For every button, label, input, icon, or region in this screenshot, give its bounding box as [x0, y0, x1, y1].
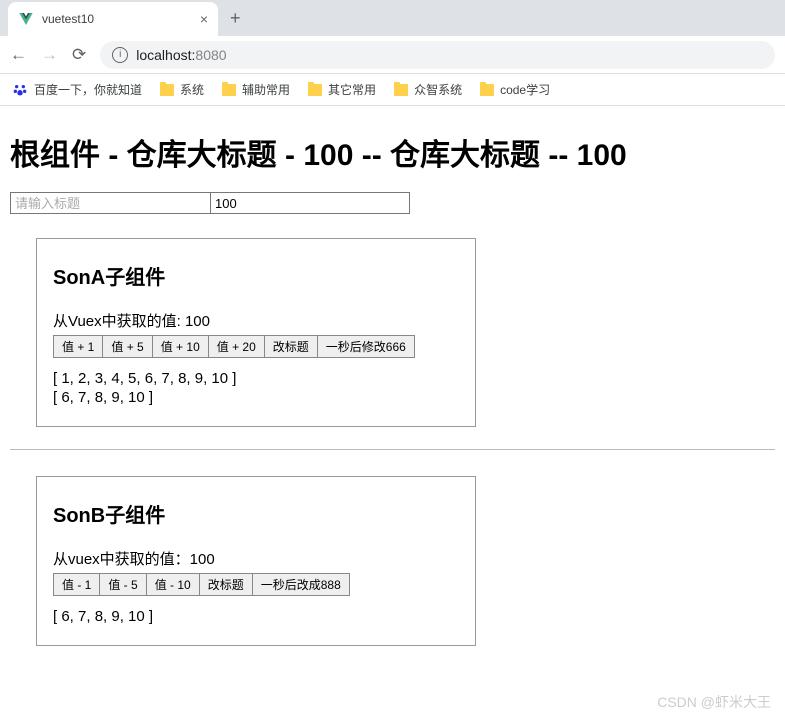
son-a-value-label: 从Vuex中获取的值: 100 [53, 310, 459, 331]
count-input[interactable] [210, 192, 410, 214]
tab-close-icon[interactable]: × [200, 11, 208, 27]
input-row [10, 192, 775, 214]
tab-bar: vuetest10 × + [0, 0, 785, 36]
reload-icon[interactable]: ⟳ [72, 45, 86, 65]
btn-plus-1[interactable]: 值 + 1 [53, 335, 103, 358]
son-a-buttons: 值 + 1 值 + 5 值 + 10 值 + 20 改标题 一秒后修改666 [53, 335, 459, 358]
son-b-buttons: 值 - 1 值 - 5 值 - 10 改标题 一秒后改成888 [53, 573, 459, 596]
btn-change-title-b[interactable]: 改标题 [199, 573, 253, 596]
btn-plus-10[interactable]: 值 + 10 [152, 335, 209, 358]
son-b-array-1: [ 6, 7, 8, 9, 10 ] [53, 608, 459, 625]
browser-tab[interactable]: vuetest10 × [8, 2, 218, 36]
forward-icon[interactable]: → [41, 45, 58, 65]
btn-delay-888[interactable]: 一秒后改成888 [252, 573, 350, 596]
btn-minus-5[interactable]: 值 - 5 [99, 573, 146, 596]
son-a-component: SonA子组件 从Vuex中获取的值: 100 值 + 1 值 + 5 值 + … [36, 238, 476, 427]
btn-plus-20[interactable]: 值 + 20 [208, 335, 265, 358]
title-input[interactable] [10, 192, 210, 214]
browser-chrome: vuetest10 × + ← → ⟳ i localhost:8080 百度一… [0, 0, 785, 106]
son-a-array-1: [ 1, 2, 3, 4, 5, 6, 7, 8, 9, 10 ] [53, 370, 459, 387]
folder-icon [308, 84, 322, 96]
btn-change-title-a[interactable]: 改标题 [264, 335, 318, 358]
bookmark-label: 百度一下，你就知道 [34, 81, 142, 98]
folder-icon [480, 84, 494, 96]
bookmark-folder-0[interactable]: 系统 [160, 81, 204, 98]
watermark: CSDN @虾米大王 [657, 692, 771, 712]
btn-minus-1[interactable]: 值 - 1 [53, 573, 100, 596]
folder-icon [222, 84, 236, 96]
bookmark-folder-3[interactable]: 众智系统 [394, 81, 462, 98]
baidu-icon [12, 82, 28, 98]
bookmark-folder-1[interactable]: 辅助常用 [222, 81, 290, 98]
son-a-array-2: [ 6, 7, 8, 9, 10 ] [53, 389, 459, 406]
bookmark-label: 系统 [180, 81, 204, 98]
bookmark-label: code学习 [500, 81, 550, 98]
btn-plus-5[interactable]: 值 + 5 [102, 335, 152, 358]
browser-toolbar: ← → ⟳ i localhost:8080 [0, 36, 785, 74]
bookmark-folder-4[interactable]: code学习 [480, 81, 550, 98]
bookmark-folder-2[interactable]: 其它常用 [308, 81, 376, 98]
tab-title: vuetest10 [42, 12, 192, 26]
bookmark-label: 众智系统 [414, 81, 462, 98]
btn-delay-666[interactable]: 一秒后修改666 [317, 335, 415, 358]
bookmark-label: 其它常用 [328, 81, 376, 98]
url-text: localhost:8080 [136, 47, 226, 63]
folder-icon [160, 84, 174, 96]
bookmark-baidu[interactable]: 百度一下，你就知道 [12, 81, 142, 98]
son-a-title: SonA子组件 [53, 261, 459, 290]
btn-minus-10[interactable]: 值 - 10 [146, 573, 200, 596]
folder-icon [394, 84, 408, 96]
page-content: 根组件 - 仓库大标题 - 100 -- 仓库大标题 -- 100 SonA子组… [0, 106, 785, 656]
new-tab-icon[interactable]: + [230, 8, 241, 29]
bookmark-label: 辅助常用 [242, 81, 290, 98]
info-icon[interactable]: i [112, 47, 128, 63]
divider [10, 449, 775, 450]
son-b-title: SonB子组件 [53, 499, 459, 528]
son-b-value-label: 从vuex中获取的值：100 [53, 548, 459, 569]
address-bar[interactable]: i localhost:8080 [100, 41, 775, 69]
page-title: 根组件 - 仓库大标题 - 100 -- 仓库大标题 -- 100 [10, 130, 775, 174]
back-icon[interactable]: ← [10, 45, 27, 65]
bookmarks-bar: 百度一下，你就知道 系统 辅助常用 其它常用 众智系统 code学习 [0, 74, 785, 106]
son-b-component: SonB子组件 从vuex中获取的值：100 值 - 1 值 - 5 值 - 1… [36, 476, 476, 646]
vue-favicon [18, 11, 34, 27]
